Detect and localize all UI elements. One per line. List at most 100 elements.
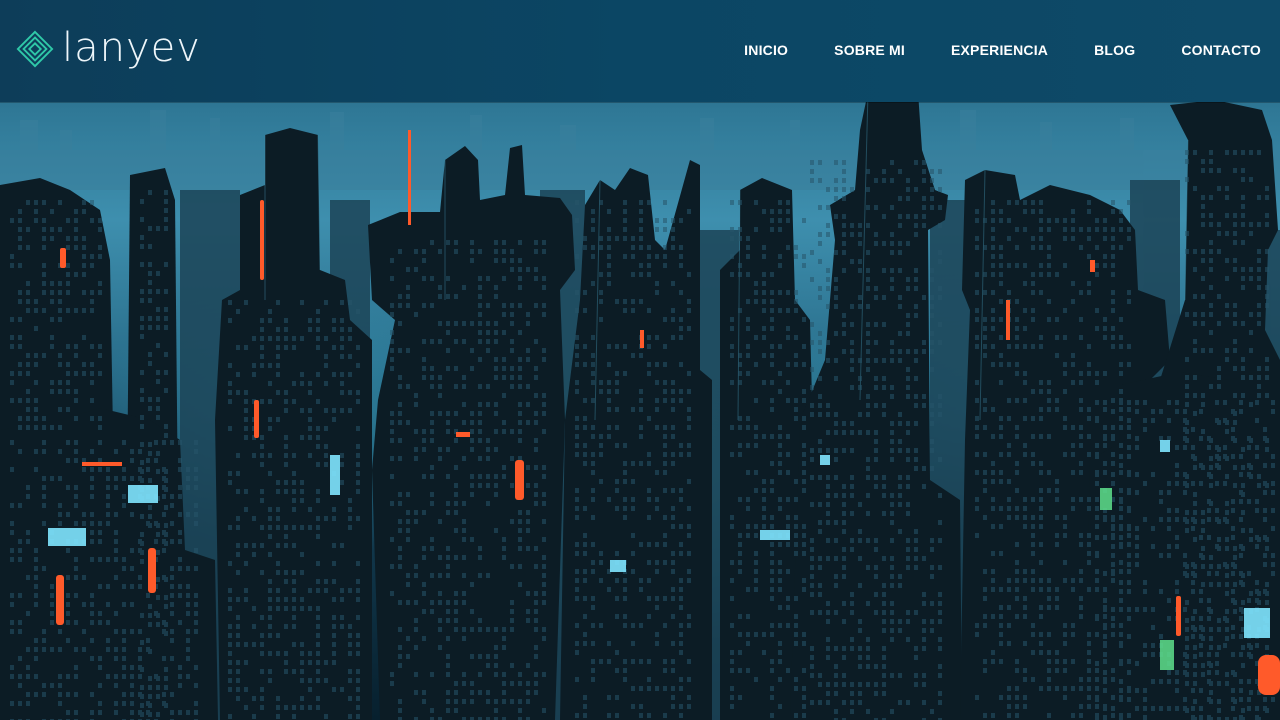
window [1119,607,1123,612]
window [802,551,806,556]
window [130,458,134,463]
window [834,160,838,165]
window [18,539,22,544]
window [1023,578,1027,583]
window [422,276,426,281]
window [575,353,579,358]
window [983,335,987,340]
window [591,254,595,259]
window [1217,627,1221,632]
window [244,588,248,593]
window [770,542,774,547]
window [502,303,506,308]
window [406,303,410,308]
window [1265,267,1269,272]
window [583,416,587,421]
window [810,385,814,390]
window [74,209,78,214]
window [438,321,442,326]
window [1015,335,1019,340]
nav-sobre-mi[interactable]: SOBRE MI [834,40,905,60]
window [591,677,595,682]
window [1167,544,1171,549]
window [866,457,870,462]
window [462,456,466,461]
window [74,521,78,526]
window [631,686,635,691]
nav-blog[interactable]: BLOG [1094,40,1135,60]
window [130,476,134,481]
window [478,573,482,578]
window [575,200,579,205]
window [340,480,344,485]
window [991,290,995,295]
window [390,420,394,425]
site-logo[interactable]: lanyev [16,16,201,88]
window [486,690,490,695]
window [1103,715,1107,720]
window [671,380,675,385]
window [510,663,514,668]
window [1175,706,1179,711]
window [1007,506,1011,511]
window [810,457,814,462]
window [770,218,774,223]
window [1095,661,1099,666]
window [826,286,830,291]
window [631,461,635,466]
window [518,564,522,569]
window [1209,168,1213,173]
window [1241,393,1245,398]
window [34,380,38,385]
window [146,467,150,472]
window [647,659,651,664]
window [34,557,38,562]
window [1241,600,1245,605]
nav-inicio[interactable]: INICIO [744,40,788,60]
window [1225,213,1229,218]
window [1071,578,1075,583]
window [438,591,442,596]
window [98,620,102,625]
window [1039,470,1043,475]
nav-contacto[interactable]: CONTACTO [1181,40,1261,60]
window [244,426,248,431]
window [1039,488,1043,493]
nav-experiencia[interactable]: EXPERIENCIA [951,40,1048,60]
window [454,528,458,533]
window [794,713,798,718]
window [308,435,312,440]
window [1103,254,1107,259]
window [1185,231,1189,236]
window [34,326,38,331]
window [991,254,995,259]
window [1023,524,1027,529]
window [810,403,814,408]
window [1071,299,1075,304]
window [1183,562,1187,567]
window [1055,605,1059,610]
window [866,322,870,327]
window [356,426,360,431]
window [1215,445,1219,450]
window [906,511,910,516]
window [1047,272,1051,277]
window [140,532,144,537]
window [324,678,328,683]
window [186,602,190,607]
window [1047,380,1051,385]
window [591,371,595,376]
window [906,394,910,399]
window [34,407,38,412]
window [414,645,418,650]
window [906,187,910,192]
window [518,528,522,533]
window [130,683,134,688]
window [542,312,546,317]
window [1233,339,1237,344]
window [687,614,691,619]
window [414,393,418,398]
window [874,295,878,300]
window [631,623,635,628]
window [1201,582,1205,587]
